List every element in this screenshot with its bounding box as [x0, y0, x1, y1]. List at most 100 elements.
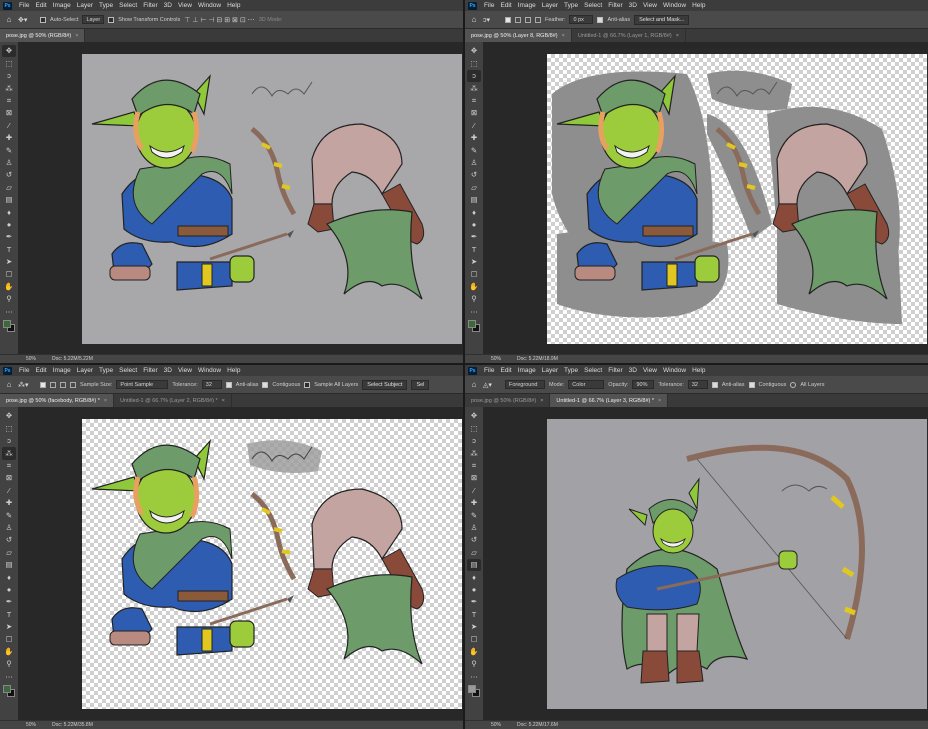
transform-controls-checkbox[interactable] — [108, 16, 115, 23]
menu-image[interactable]: Image — [515, 367, 539, 374]
blur-icon[interactable]: ♦ — [2, 571, 16, 583]
dodge-icon[interactable]: ● — [467, 218, 481, 230]
crop-icon[interactable]: ⌗ — [2, 95, 16, 107]
selection-mode-intersect-button[interactable] — [535, 16, 541, 23]
canvas-area[interactable] — [18, 407, 463, 720]
menu-layer[interactable]: Layer — [539, 367, 561, 374]
brush-icon[interactable]: ✎ — [467, 144, 481, 156]
more-icon[interactable]: ⋯ — [467, 305, 481, 317]
shape-icon[interactable]: ▢ — [467, 268, 481, 280]
auto-select-checkbox[interactable] — [40, 16, 46, 23]
shape-icon[interactable]: ▢ — [2, 268, 16, 280]
magic-wand-icon[interactable]: ⁂ — [2, 82, 16, 94]
menu-type[interactable]: Type — [96, 2, 116, 9]
sample-all-layers-checkbox[interactable] — [304, 381, 311, 388]
color-swatches[interactable] — [2, 684, 16, 698]
brush-icon[interactable]: ✎ — [2, 144, 16, 156]
close-icon[interactable]: × — [562, 33, 565, 39]
blur-icon[interactable]: ♦ — [467, 206, 481, 218]
sample-size-dropdown[interactable]: Point Sample — [116, 380, 169, 389]
pen-icon[interactable]: ✒ — [467, 231, 481, 243]
close-icon[interactable]: × — [104, 398, 107, 404]
menu-view[interactable]: View — [175, 367, 195, 374]
document-tab[interactable]: Untitled-1 @ 66.7% (Layer 1, RGB/8#) × — [572, 29, 686, 42]
move-tool-preset[interactable]: ✥▾ — [18, 15, 36, 25]
selection-mode-new-button[interactable] — [40, 381, 46, 388]
type-icon[interactable]: T — [467, 243, 481, 255]
menu-edit[interactable]: Edit — [32, 367, 49, 374]
marquee-icon[interactable]: ⬚ — [467, 57, 481, 69]
menu-help[interactable]: Help — [689, 367, 708, 374]
gradient-icon[interactable]: ▤ — [467, 558, 481, 572]
gradient-icon[interactable]: ▤ — [2, 194, 16, 206]
eyedropper-icon[interactable]: ⁄ — [467, 484, 481, 496]
selection-mode-add-button[interactable] — [50, 381, 56, 388]
close-icon[interactable]: × — [75, 33, 78, 39]
menu-filter[interactable]: Filter — [140, 2, 160, 9]
history-brush-icon[interactable]: ↺ — [467, 169, 481, 181]
canvas-area[interactable] — [483, 407, 928, 720]
zoom-level[interactable]: 50% — [26, 722, 36, 728]
hand-icon[interactable]: ✋ — [2, 645, 16, 657]
color-swatches[interactable] — [467, 319, 481, 333]
zoom-icon[interactable]: ⚲ — [467, 293, 481, 305]
menu-select[interactable]: Select — [116, 367, 140, 374]
zoom-level[interactable]: 50% — [26, 356, 36, 362]
contiguous-checkbox[interactable] — [262, 381, 269, 388]
close-icon[interactable]: × — [676, 33, 679, 39]
type-icon[interactable]: T — [2, 243, 16, 255]
opacity-field[interactable]: 90% — [632, 380, 655, 389]
menu-layer[interactable]: Layer — [539, 2, 561, 9]
frame-icon[interactable]: ⊠ — [2, 472, 16, 484]
menu-file[interactable]: File — [481, 367, 497, 374]
pen-icon[interactable]: ✒ — [2, 596, 16, 608]
align-buttons[interactable]: ⊤ ⊥ ⊢ ⊣ ⊟ ⊞ ⊠ ⊡ ⋯ — [184, 16, 254, 24]
all-layers-checkbox[interactable] — [790, 381, 797, 388]
magic-wand-icon[interactable]: ⁂ — [467, 447, 481, 459]
menu-type[interactable]: Type — [561, 2, 581, 9]
color-swatches[interactable] — [2, 319, 16, 333]
select-and-mask-button[interactable]: Select and Mask... — [634, 14, 690, 25]
lasso-tool-preset[interactable]: ↄ▾ — [483, 15, 501, 25]
pen-icon[interactable]: ✒ — [467, 596, 481, 608]
menu-filter[interactable]: Filter — [605, 2, 625, 9]
marquee-icon[interactable]: ⬚ — [2, 57, 16, 69]
stamp-icon[interactable]: ♙ — [2, 157, 16, 169]
menu-file[interactable]: File — [16, 367, 32, 374]
home-icon[interactable]: ⌂ — [4, 380, 14, 390]
document-tab[interactable]: pose.jpg @ 50% (Layer 8, RGB/8#) × — [465, 29, 572, 42]
document-image[interactable] — [82, 54, 462, 344]
gradient-icon[interactable]: ▤ — [467, 194, 481, 206]
select-subject-button[interactable]: Select Subject — [362, 379, 408, 390]
menu-edit[interactable]: Edit — [32, 2, 49, 9]
eraser-icon[interactable]: ▱ — [467, 181, 481, 193]
select-and-mask-button[interactable]: Sel — [411, 379, 430, 390]
more-icon[interactable]: ⋯ — [2, 670, 16, 682]
stamp-icon[interactable]: ♙ — [467, 522, 481, 534]
path-select-icon[interactable]: ➤ — [467, 621, 481, 633]
paint-bucket-tool-preset[interactable]: ◬▾ — [483, 380, 501, 390]
lasso-icon[interactable]: ↄ — [467, 435, 481, 447]
magic-wand-icon[interactable]: ⁂ — [467, 82, 481, 94]
menu-select[interactable]: Select — [581, 2, 605, 9]
lasso-icon[interactable]: ↄ — [2, 435, 16, 447]
crop-icon[interactable]: ⌗ — [2, 460, 16, 472]
path-select-icon[interactable]: ➤ — [467, 256, 481, 268]
foreground-color-swatch[interactable] — [3, 684, 11, 693]
menu-3d[interactable]: 3D — [161, 2, 175, 9]
menu-3d[interactable]: 3D — [626, 367, 640, 374]
menu-edit[interactable]: Edit — [497, 367, 514, 374]
eraser-icon[interactable]: ▱ — [467, 546, 481, 558]
eyedropper-icon[interactable]: ⁄ — [467, 119, 481, 131]
tolerance-field[interactable]: 32 — [687, 380, 708, 389]
tolerance-field[interactable]: 32 — [201, 380, 222, 389]
menu-layer[interactable]: Layer — [74, 2, 96, 9]
type-icon[interactable]: T — [467, 608, 481, 620]
document-image[interactable] — [547, 419, 927, 709]
menu-view[interactable]: View — [175, 2, 195, 9]
document-tab[interactable]: pose.jpg @ 50% (RGB/8#) × — [465, 394, 551, 407]
selection-mode-intersect-button[interactable] — [70, 381, 76, 388]
blur-icon[interactable]: ♦ — [2, 206, 16, 218]
menu-select[interactable]: Select — [581, 367, 605, 374]
menu-image[interactable]: Image — [50, 2, 74, 9]
